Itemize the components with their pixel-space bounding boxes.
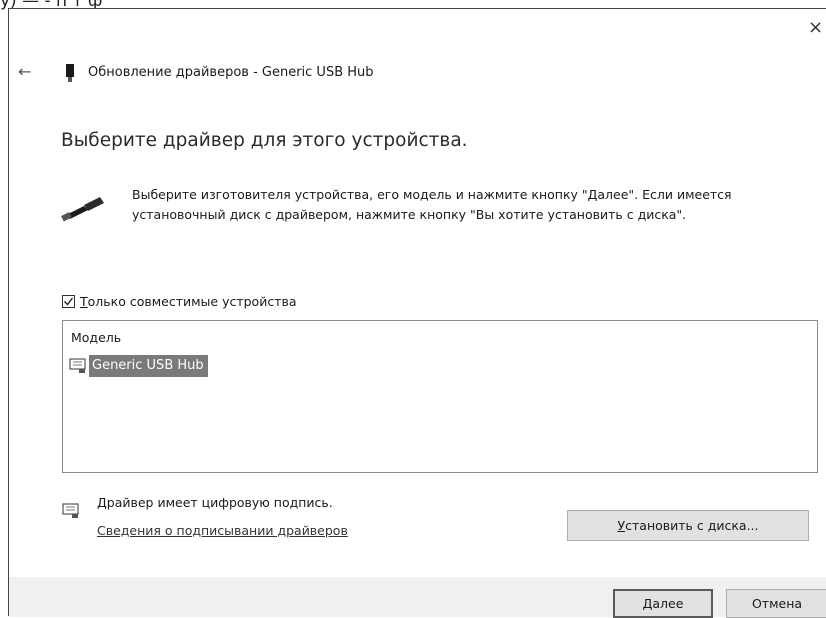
checkbox-label-accel: Т: [80, 294, 88, 309]
model-column-header: Модель: [71, 330, 122, 345]
next-accel: Д: [642, 596, 653, 611]
instructions-text: Выберите изготовителя устройства, его мо…: [132, 187, 732, 222]
next-label: алее: [652, 596, 684, 611]
window-title: Обновление драйверов - Generic USB Hub: [88, 65, 374, 80]
usb-device-icon: [66, 64, 74, 82]
have-disk-label: становить с диска...: [625, 518, 759, 533]
dialog-footer: Далее Отмена: [9, 577, 826, 618]
close-button[interactable]: ×: [808, 19, 826, 41]
compatible-only-checkbox[interactable]: Только совместимые устройства: [62, 294, 297, 309]
model-listbox[interactable]: Модель Generic USB Hub: [62, 320, 818, 473]
have-disk-button[interactable]: Установить с диска...: [567, 510, 809, 541]
driver-signing-link[interactable]: Сведения о подписывании драйверов: [97, 523, 348, 538]
checkbox-label: олько совместимые устройства: [87, 294, 297, 309]
signature-status: Драйвер имеет цифровую подпись.: [97, 495, 333, 510]
check-icon: [64, 297, 74, 306]
cancel-button[interactable]: Отмена: [726, 589, 826, 618]
signed-driver-icon: [62, 503, 79, 518]
next-button[interactable]: Далее: [613, 589, 713, 618]
model-item-label: Generic USB Hub: [89, 355, 208, 377]
usb-plug-icon: [61, 197, 104, 222]
driver-icon: [69, 358, 86, 373]
list-item[interactable]: Generic USB Hub: [69, 355, 208, 377]
back-button[interactable]: ←: [18, 62, 31, 81]
checkbox-box[interactable]: [62, 295, 75, 308]
have-disk-accel: У: [617, 518, 626, 533]
page-heading: Выберите драйвер для этого устройства.: [61, 130, 468, 151]
update-drivers-dialog: × ← Обновление драйверов - Generic USB H…: [8, 8, 826, 618]
